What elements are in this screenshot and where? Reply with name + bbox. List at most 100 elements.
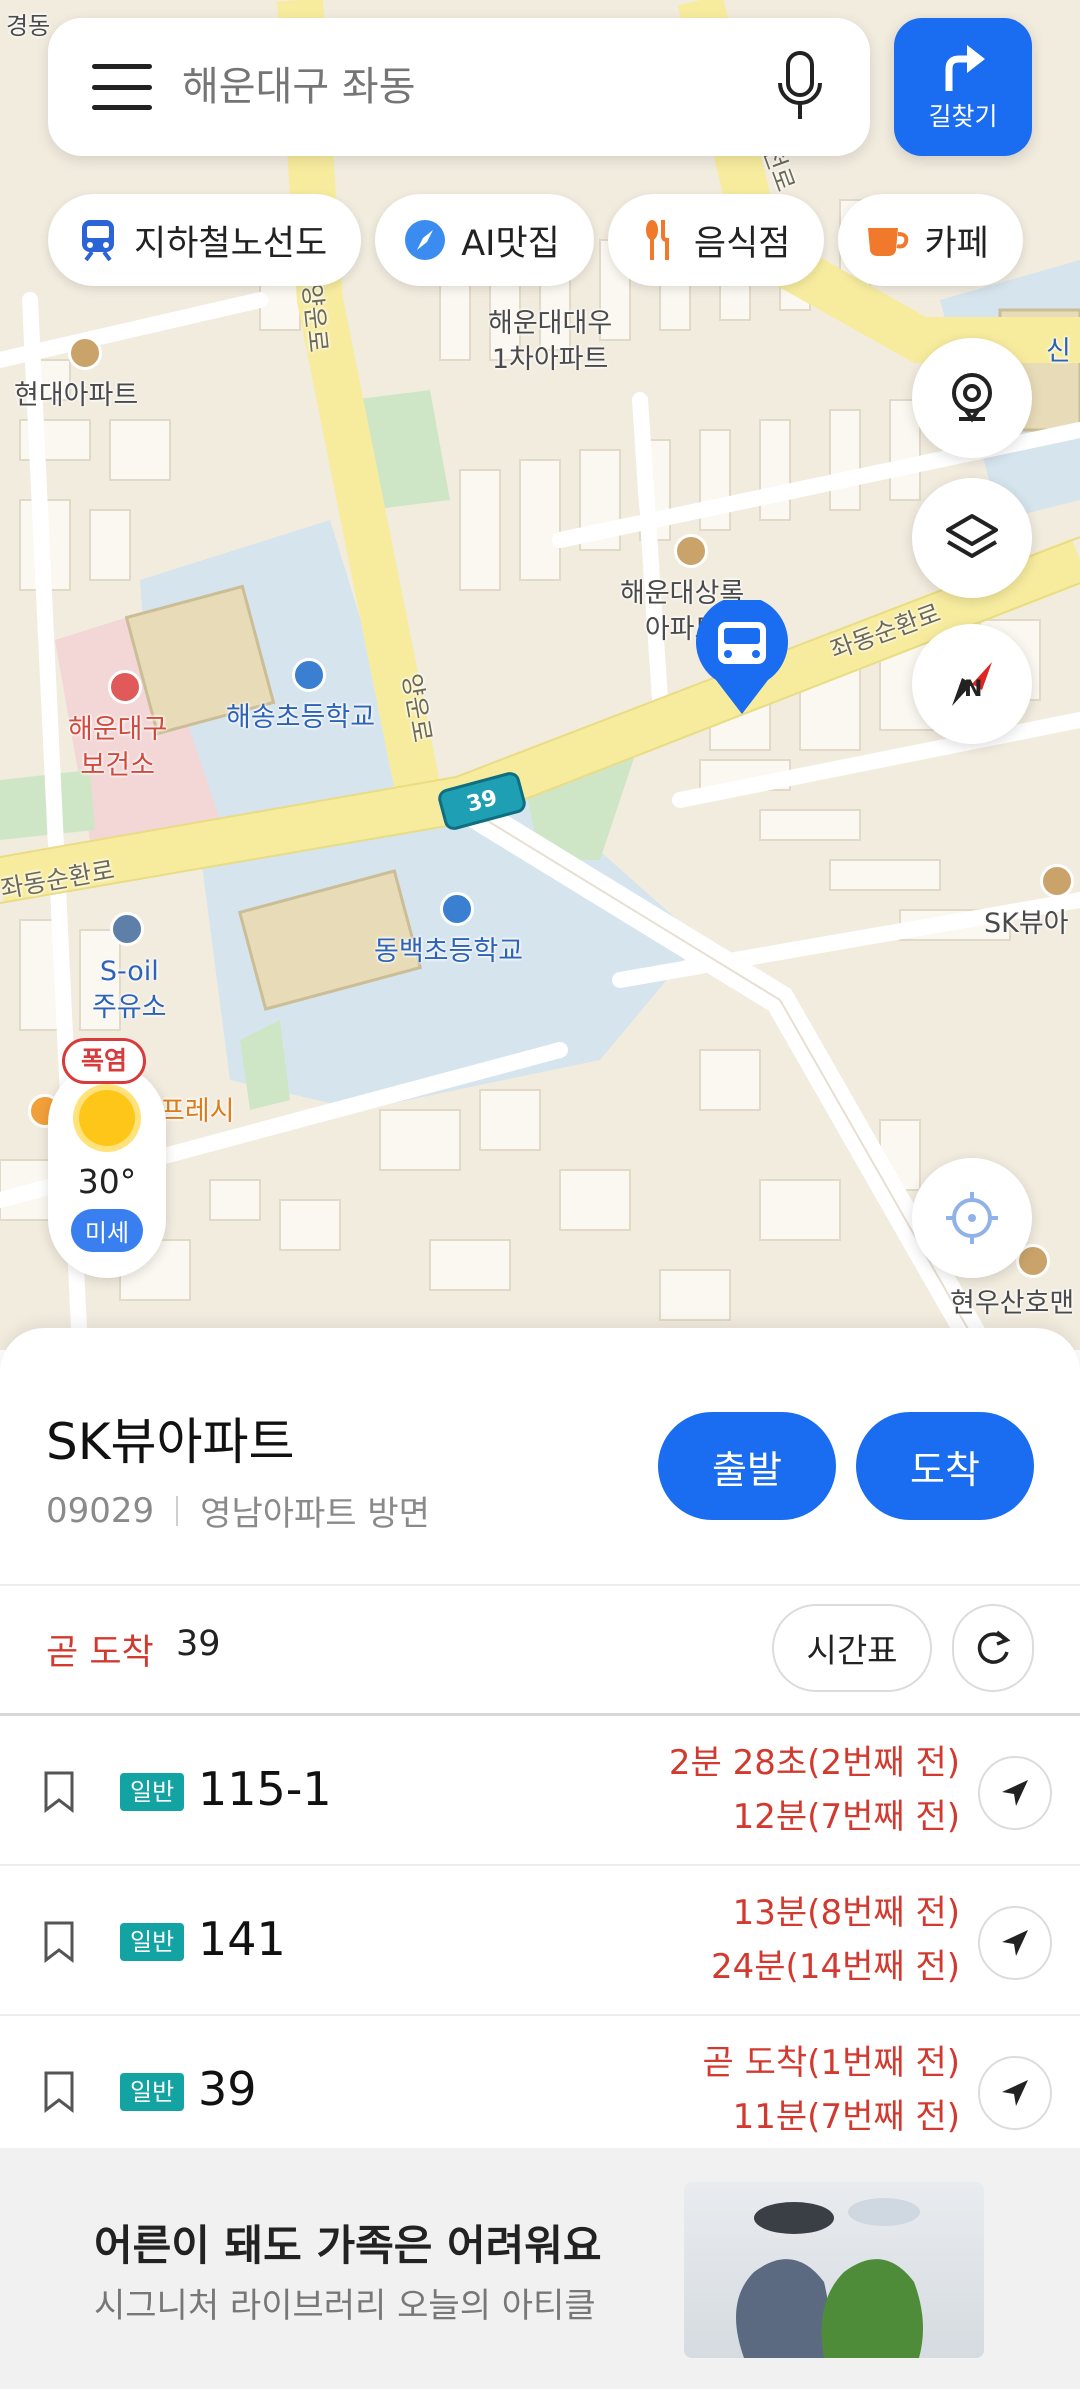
arriving-soon-label: 곧 도착 bbox=[46, 1633, 154, 1673]
my-location-button[interactable] bbox=[912, 1158, 1032, 1278]
street-view-button[interactable] bbox=[912, 338, 1032, 458]
apartment-poi-icon[interactable] bbox=[674, 534, 708, 568]
route-navigate-button[interactable] bbox=[978, 2056, 1052, 2130]
layers-icon bbox=[946, 514, 998, 558]
crosshair-icon bbox=[946, 1192, 998, 1244]
bus-stop-marker-icon[interactable] bbox=[694, 600, 790, 716]
map-label-daewoo-apt[interactable]: 해운대대우 1차아파트 bbox=[488, 306, 612, 378]
stop-direction: 영남아파트 방면 bbox=[200, 1494, 430, 1534]
map-label-hyunwoo[interactable]: 현우산호맨 bbox=[950, 1286, 1074, 1322]
chip-subway-map[interactable]: 지하철노선도 bbox=[48, 194, 362, 286]
arrival-second: 24분(14번째 전) bbox=[711, 1947, 960, 1987]
arrival-first: 13분(8번째 전) bbox=[732, 1893, 960, 1933]
depart-button[interactable]: 출발 bbox=[658, 1412, 836, 1520]
arrival-info: 2분 28초(2번째 전) 12분(7번째 전) bbox=[669, 1736, 960, 1844]
navigation-arrow-icon bbox=[1002, 2080, 1028, 2106]
hamburger-line bbox=[92, 84, 152, 90]
hospital-poi-icon[interactable] bbox=[108, 670, 142, 704]
directions-label: 길찾기 bbox=[928, 102, 998, 131]
school-poi-icon[interactable] bbox=[440, 892, 474, 926]
microphone-icon bbox=[778, 51, 822, 119]
ad-banner[interactable]: 어른이 돼도 가족은 어려워요 시그니처 라이브러리 오늘의 아티클 bbox=[0, 2148, 1080, 2389]
search-bar[interactable] bbox=[48, 18, 870, 156]
chip-restaurants[interactable]: 음식점 bbox=[607, 194, 825, 286]
ad-subtitle: 시그니처 라이브러리 오늘의 아티클 bbox=[94, 2286, 596, 2326]
route-navigate-button[interactable] bbox=[978, 1906, 1052, 1980]
divider bbox=[0, 1584, 1080, 1586]
hamburger-line bbox=[92, 64, 152, 69]
bus-route-row[interactable]: 일반 141 13분(8번째 전) 24분(14번째 전) bbox=[0, 1866, 1080, 2016]
bus-number: 115-1 bbox=[198, 1762, 332, 1816]
chip-cafe[interactable]: 카페 bbox=[838, 194, 1023, 286]
map-label-top-left: 경동 bbox=[6, 12, 51, 40]
map-label-health-center[interactable]: 해운대구 보건소 bbox=[68, 712, 167, 784]
chip-label: 카페 bbox=[924, 223, 989, 264]
arrival-second: 11분(7번째 전) bbox=[732, 2097, 960, 2137]
arrival-second: 12분(7번째 전) bbox=[732, 1797, 960, 1837]
chip-label: AI맛집 bbox=[461, 223, 560, 264]
search-input[interactable] bbox=[182, 64, 770, 110]
chip-ai-restaurants[interactable]: AI맛집 bbox=[375, 194, 594, 286]
refresh-button[interactable] bbox=[952, 1604, 1034, 1692]
restaurant-icon bbox=[636, 218, 680, 262]
ad-title: 어른이 돼도 가족은 어려워요 bbox=[94, 2221, 602, 2270]
apartment-poi-icon[interactable] bbox=[1040, 864, 1074, 898]
bus-type-badge: 일반 bbox=[120, 1923, 185, 1961]
north-compass-icon: N bbox=[952, 662, 992, 706]
school-poi-icon[interactable] bbox=[292, 658, 326, 692]
map-label-fresh[interactable]: 프레시 bbox=[160, 1094, 235, 1130]
subway-icon bbox=[76, 218, 120, 262]
stop-name: SK뷰아파트 bbox=[46, 1413, 295, 1471]
road-label-yangun: 양운로 bbox=[296, 282, 334, 354]
svg-text:N: N bbox=[964, 677, 982, 702]
apartment-poi-icon[interactable] bbox=[68, 336, 102, 370]
compass-button[interactable]: N bbox=[912, 624, 1032, 744]
menu-button[interactable] bbox=[92, 64, 152, 110]
route-navigate-button[interactable] bbox=[978, 1756, 1052, 1830]
bookmark-icon[interactable] bbox=[40, 1770, 78, 1814]
arrive-button[interactable]: 도착 bbox=[856, 1412, 1034, 1520]
map-label-dongbaek-school[interactable]: 동백초등학교 bbox=[374, 934, 523, 970]
cafe-icon bbox=[866, 218, 910, 262]
arriving-soon-route: 39 bbox=[176, 1624, 221, 1664]
map-layers-button[interactable] bbox=[912, 478, 1032, 598]
ad-image bbox=[684, 2182, 984, 2358]
refresh-icon bbox=[977, 1630, 1011, 1664]
bookmark-icon[interactable] bbox=[40, 1920, 78, 1964]
gas-station-poi-icon[interactable] bbox=[110, 912, 144, 946]
bus-route-row[interactable]: 일반 115-1 2분 28초(2번째 전) 12분(7번째 전) bbox=[0, 1716, 1080, 1866]
directions-button[interactable]: 길찾기 bbox=[894, 18, 1032, 156]
heatwave-alert-badge[interactable]: 폭염 bbox=[62, 1038, 147, 1084]
bus-number: 39 bbox=[198, 2062, 257, 2116]
arrival-first: 2분 28초(2번째 전) bbox=[668, 1743, 960, 1783]
stop-code: 09029 bbox=[46, 1490, 155, 1531]
bus-type-badge: 일반 bbox=[120, 1773, 185, 1811]
street-view-icon bbox=[952, 373, 992, 423]
live-bus-number: 39 bbox=[463, 784, 501, 818]
divider bbox=[176, 1495, 179, 1526]
navigation-arrow-icon bbox=[1002, 1780, 1028, 1806]
weather-widget[interactable]: 30° 미세 bbox=[48, 1064, 166, 1278]
temperature: 30° bbox=[77, 1162, 137, 1201]
sun-icon bbox=[79, 1090, 135, 1146]
navigation-arrow-icon bbox=[1002, 1930, 1028, 1956]
bus-route-row[interactable]: 일반 39 곧 도착(1번째 전) 11분(7번째 전) bbox=[0, 2016, 1080, 2166]
timetable-button[interactable]: 시간표 bbox=[772, 1604, 932, 1692]
stop-meta: 09029 영남아파트 방면 bbox=[46, 1486, 430, 1535]
bookmark-icon[interactable] bbox=[40, 2070, 78, 2114]
arrival-info: 13분(8번째 전) 24분(14번째 전) bbox=[711, 1886, 960, 1994]
map-view[interactable]: 경동 현대아파트 해운대대우 1차아파트 해운대상록 아파트 해운대구 보건소 … bbox=[0, 0, 1080, 1350]
chip-label: 지하철노선도 bbox=[134, 223, 328, 264]
map-label-soil[interactable]: S-oil 주유소 bbox=[92, 954, 167, 1026]
map-label-shin[interactable]: 신 bbox=[1046, 334, 1071, 370]
map-label-hyundai-apt[interactable]: 현대아파트 bbox=[14, 378, 138, 414]
turn-arrow-icon bbox=[945, 45, 985, 91]
arrival-first: 곧 도착(1번째 전) bbox=[702, 2043, 960, 2083]
map-label-sk-view[interactable]: SK뷰아 bbox=[984, 906, 1069, 942]
map-label-haesong-school[interactable]: 해송초등학교 bbox=[226, 700, 375, 736]
fine-dust-badge: 미세 bbox=[70, 1209, 144, 1252]
microphone-button[interactable] bbox=[770, 47, 830, 127]
compass-icon bbox=[403, 218, 447, 262]
bus-number: 141 bbox=[198, 1912, 286, 1966]
hamburger-line bbox=[92, 105, 152, 110]
